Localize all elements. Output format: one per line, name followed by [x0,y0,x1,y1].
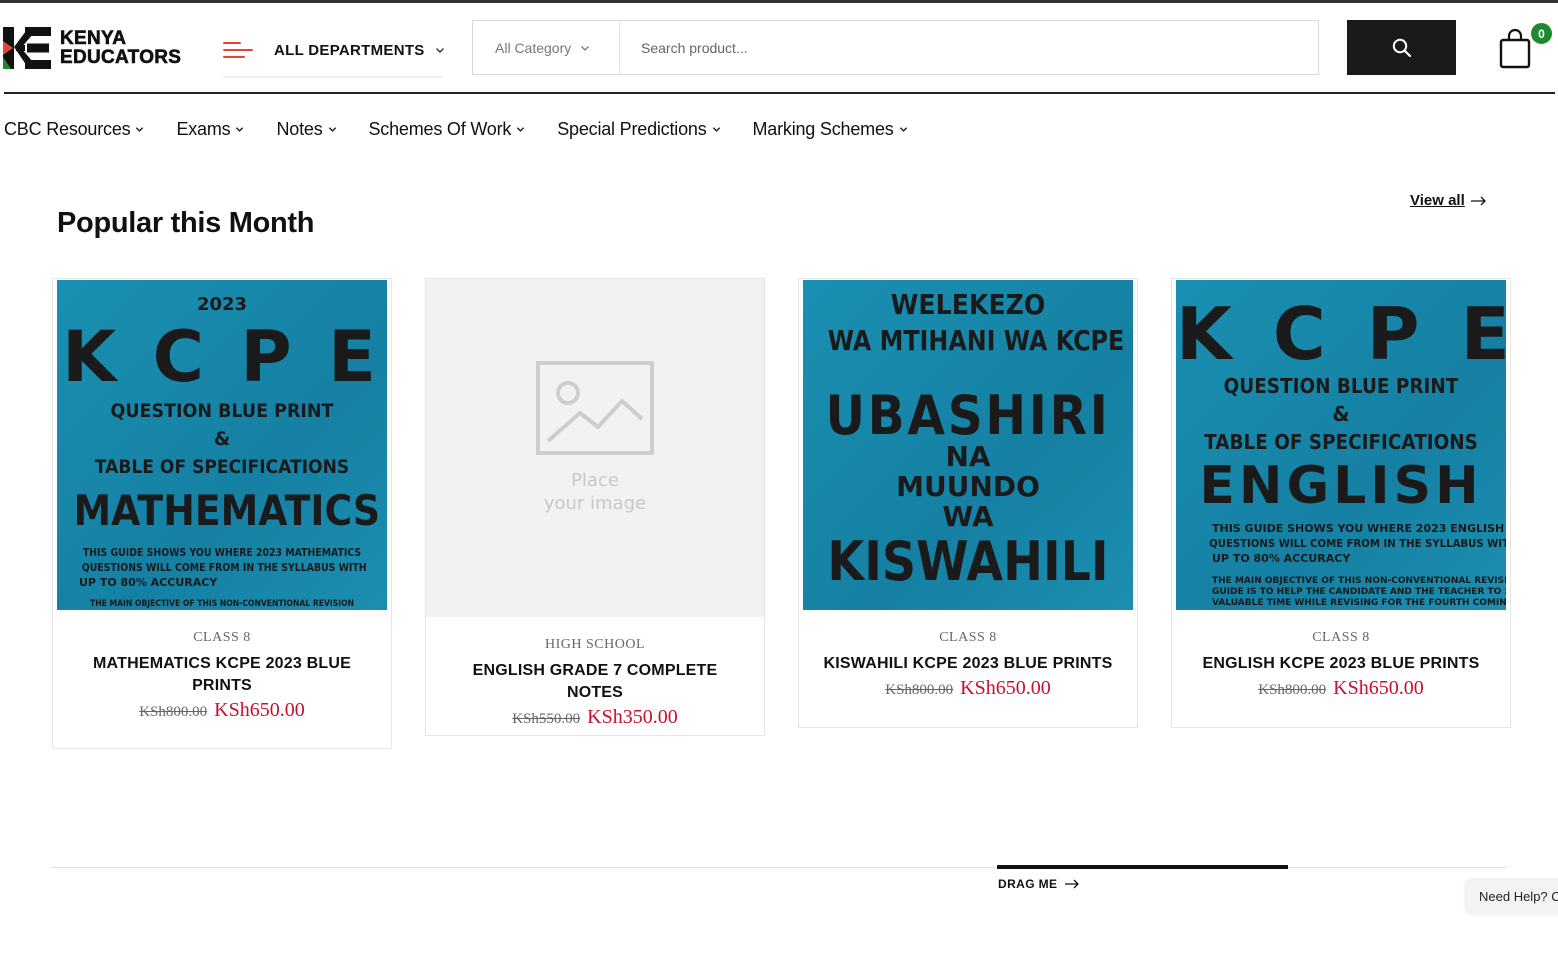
search-input[interactable] [620,21,1318,74]
nav-item-notes[interactable]: Notes [276,119,336,140]
old-price: KSh800.00 [885,682,954,698]
departments-underline [223,76,443,78]
product-image[interactable]: 2023 K C P E QUESTION BLUE PRINT & TABLE… [57,280,387,610]
product-category: CLASS 8 [939,630,997,645]
carousel-scroll-track[interactable] [51,867,1507,868]
product-image[interactable]: K C P E QUESTION BLUE PRINT & TABLE OF S… [1176,280,1506,610]
sale-price: KSh650.00 [214,699,305,721]
arrow-right-icon [1470,196,1486,205]
product-meta: CLASS 8 ENGLISH KCPE 2023 BLUE PRINTS KS… [1172,610,1510,700]
product-price: KSh800.00 KSh650.00 [1192,677,1490,700]
menu-lines-icon [223,40,253,60]
image-placeholder-icon [536,361,654,455]
cart-button[interactable]: 0 [1498,21,1556,72]
nav-item-exams[interactable]: Exams [176,119,244,140]
nav-item-label: Special Predictions [557,118,707,139]
product-meta: CLASS 8 KISWAHILI KCPE 2023 BLUE PRINTS … [799,610,1137,700]
need-help-chat-button[interactable]: Need Help? Ch [1465,878,1558,914]
drag-me-hint: DRAG ME [998,877,1080,891]
product-image[interactable]: WELEKEZO WA MTIHANI WA KCPE UBASHIRI NA … [803,280,1133,610]
section-title: Popular this Month [57,207,315,239]
product-card[interactable]: K C P E QUESTION BLUE PRINT & TABLE OF S… [1171,278,1511,728]
old-price: KSh800.00 [1258,682,1327,698]
image-placeholder-caption: Place your image [543,470,647,514]
nav-item-label: Schemes Of Work [368,118,512,139]
product-image[interactable]: Place your image [426,279,764,617]
old-price: KSh800.00 [139,704,208,720]
search-bar: All Category [472,20,1319,75]
old-price: KSh550.00 [512,711,581,727]
chevron-down-icon [136,126,144,132]
nav-item-marking-schemes[interactable]: Marking Schemes [753,119,908,140]
nav-item-label: Notes [276,118,323,139]
chevron-down-icon [328,126,336,132]
chevron-down-icon [899,126,907,132]
product-meta: CLASS 8 MATHEMATICS KCPE 2023 BLUE PRINT… [53,610,391,722]
sale-price: KSh350.00 [587,706,678,728]
nav-item-special-predictions[interactable]: Special Predictions [557,119,720,140]
sale-price: KSh650.00 [960,677,1051,699]
product-category: CLASS 8 [1312,630,1370,645]
product-category: CLASS 8 [193,630,251,645]
view-all-label: View all [1410,192,1465,209]
drag-me-label: DRAG ME [998,877,1058,891]
product-title[interactable]: ENGLISH GRADE 7 COMPLETE NOTES [446,660,744,704]
search-button[interactable] [1347,20,1456,75]
need-help-label: Need Help? Ch [1479,888,1558,904]
chevron-down-icon [236,126,244,132]
product-title[interactable]: MATHEMATICS KCPE 2023 BLUE PRINTS [73,653,371,697]
product-category: HIGH SCHOOL [545,637,645,652]
product-meta: HIGH SCHOOL ENGLISH GRADE 7 COMPLETE NOT… [426,617,764,729]
logo-mark-icon [3,27,51,69]
nav-item-label: Marking Schemes [752,118,894,139]
search-category-label: All Category [495,39,572,56]
product-card[interactable]: Place your image HIGH SCHOOL ENGLISH GRA… [425,278,765,736]
product-card[interactable]: WELEKEZO WA MTIHANI WA KCPE UBASHIRI NA … [798,278,1138,728]
logo-line-1: KENYA [60,28,127,49]
header-divider [4,92,1555,94]
product-card[interactable]: 2023 K C P E QUESTION BLUE PRINT & TABLE… [52,278,392,749]
cart-count-badge: 0 [1529,21,1554,46]
nav-item-label: CBC Resources [4,118,131,139]
search-icon [1392,38,1411,57]
top-border [0,0,1558,3]
carousel-scroll-thumb[interactable] [997,865,1288,869]
all-departments-toggle[interactable]: ALL DEPARTMENTS [223,34,445,66]
site-logo[interactable]: KENYA EDUCATORS [3,26,193,70]
nav-item-schemes-of-work[interactable]: Schemes Of Work [369,119,526,140]
logo-wordmark: KENYA EDUCATORS [60,28,182,68]
view-all-link[interactable]: View all [1410,192,1487,209]
chevron-down-icon [517,126,525,132]
logo-line-2: EDUCATORS [60,47,182,68]
search-category-select[interactable]: All Category [473,21,620,74]
product-price: KSh800.00 KSh650.00 [819,677,1117,700]
nav-item-label: Exams [176,118,231,139]
product-title[interactable]: KISWAHILI KCPE 2023 BLUE PRINTS [819,653,1117,675]
chevron-down-icon [581,45,590,51]
product-price: KSh550.00 KSh350.00 [446,706,744,729]
chevron-down-icon [712,126,720,132]
arrow-right-icon [1065,879,1080,889]
all-departments-label: ALL DEPARTMENTS [274,41,425,59]
product-title[interactable]: ENGLISH KCPE 2023 BLUE PRINTS [1192,653,1490,675]
sale-price: KSh650.00 [1333,677,1424,699]
main-nav: CBC Resources Exams Notes Schemes Of Wor… [4,116,940,142]
nav-item-cbc-resources[interactable]: CBC Resources [4,119,144,140]
product-price: KSh800.00 KSh650.00 [73,699,371,722]
chevron-down-icon [435,48,444,53]
